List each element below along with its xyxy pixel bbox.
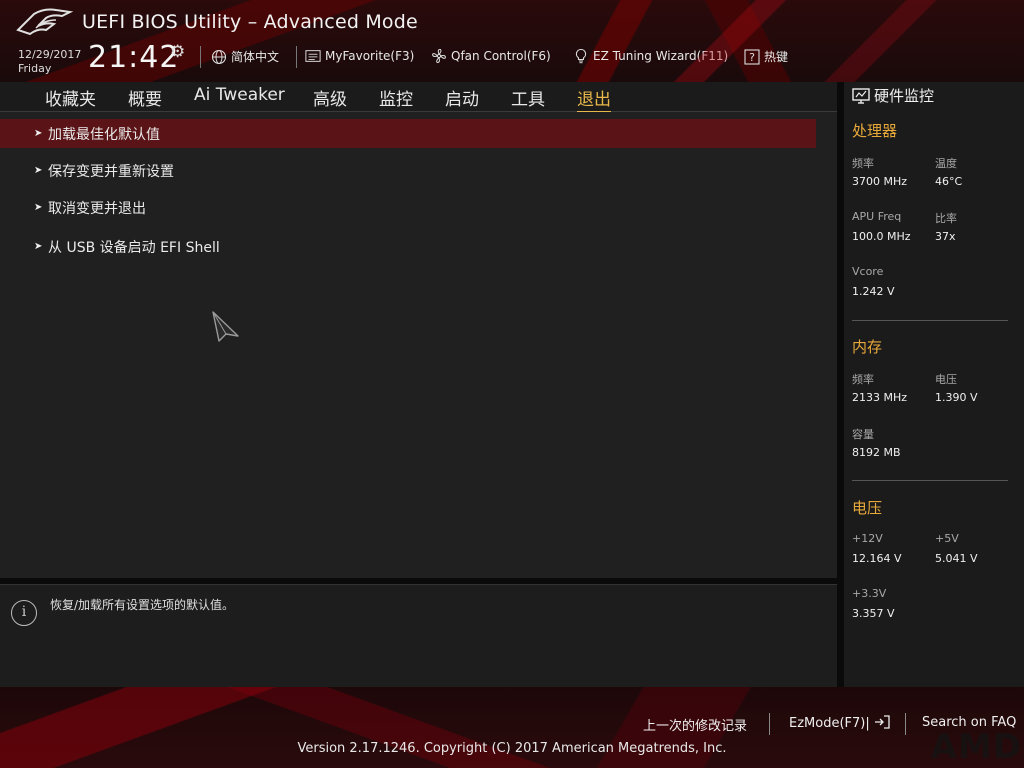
tab-tool[interactable]: 工具 [511, 85, 545, 110]
header-divider [296, 46, 297, 68]
day-text: Friday [18, 62, 52, 75]
ezmode-label: EzMode(F7)| [789, 716, 870, 731]
vcore-value: 1.242 V [852, 285, 895, 298]
menu-item-discard-changes-exit[interactable]: ➤ 取消变更并退出 [0, 193, 816, 222]
tab-favorites[interactable]: 收藏夹 [45, 85, 96, 110]
myfavorite-button[interactable]: MyFavorite(F3) [305, 48, 414, 64]
arrow-right-icon: ➤ [34, 241, 43, 252]
memory-freq-value: 2133 MHz [852, 391, 908, 404]
tab-monitor[interactable]: 监控 [379, 85, 413, 110]
arrow-right-icon: ➤ [34, 165, 43, 176]
tab-advanced[interactable]: 高级 [313, 85, 347, 110]
ez-tuning-wizard-button[interactable]: EZ Tuning Wizard(F11) [573, 48, 728, 64]
main-panel: ➤ 加载最佳化默认值 ➤ 保存变更并重新设置 ➤ 取消变更并退出 ➤ 从 USB… [0, 112, 837, 578]
clock-time: 21:42 [88, 40, 180, 75]
globe-icon [211, 49, 227, 64]
cpu-freq-value: 3700 MHz [852, 175, 908, 188]
clock-settings-gear-icon[interactable]: ⚙ [170, 42, 185, 62]
info-icon: i [11, 600, 37, 626]
myfavorite-label: MyFavorite(F3) [325, 49, 415, 63]
language-button[interactable]: 简体中文 [211, 48, 279, 65]
cpu-ratio-label: 比率 [935, 212, 957, 225]
section-divider [852, 480, 1008, 481]
apu-freq-value: 100.0 MHz [852, 230, 911, 243]
v12-value: 12.164 V [852, 552, 902, 565]
v5-value: 5.041 V [935, 552, 978, 565]
voltage-section-title: 电压 [852, 499, 883, 517]
arrow-right-icon: ➤ [34, 202, 43, 213]
v33-label: +3.3V [852, 587, 887, 600]
fan-icon [432, 48, 446, 63]
ez-tuning-label: EZ Tuning Wizard(F11) [593, 49, 729, 63]
main-tab-bar: 收藏夹 概要 Ai Tweaker 高级 监控 启动 工具 退出 [0, 82, 837, 113]
menu-item-load-optimized-defaults[interactable]: ➤ 加载最佳化默认值 [0, 119, 816, 148]
date-display: 12/29/2017 Friday [18, 48, 81, 76]
mouse-cursor-icon [212, 311, 239, 342]
apu-freq-label: APU Freq [852, 210, 902, 223]
memory-capacity-label: 容量 [852, 428, 874, 441]
hardware-monitor-panel: 硬件监控 处理器 频率 温度 3700 MHz 46°C APU Freq 比率… [844, 82, 1024, 687]
v33-value: 3.357 V [852, 607, 895, 620]
rog-logo-icon [16, 8, 74, 36]
favorite-list-icon [305, 50, 321, 62]
app-title: UEFI BIOS Utility – Advanced Mode [82, 11, 418, 33]
hardware-monitor-title: 硬件监控 [852, 85, 934, 106]
help-description: 恢复/加载所有设置选项的默认值。 [50, 598, 235, 612]
menu-item-label: 保存变更并重新设置 [48, 163, 174, 180]
menu-item-label: 取消变更并退出 [48, 200, 146, 217]
vcore-label: Vcore [852, 265, 884, 278]
footer-divider [905, 713, 906, 735]
menu-item-save-changes-reset[interactable]: ➤ 保存变更并重新设置 [0, 156, 816, 185]
cpu-ratio-value: 37x [935, 230, 956, 243]
footer-bar: 上一次的修改记录 EzMode(F7)| Search on FAQ AMD V… [0, 687, 1024, 768]
v5-label: +5V [935, 532, 959, 545]
date-text: 12/29/2017 [18, 48, 82, 61]
memory-voltage-label: 电压 [935, 373, 957, 386]
lightbulb-icon [575, 48, 587, 64]
menu-item-label: 从 USB 设备启动 EFI Shell [48, 239, 220, 256]
copyright-text: Version 2.17.1246. Copyright (C) 2017 Am… [297, 741, 727, 756]
help-question-icon: ? [744, 48, 760, 65]
memory-capacity-value: 8192 MB [852, 446, 901, 459]
last-modified-log-button[interactable]: 上一次的修改记录 [643, 715, 747, 734]
arrow-right-icon: ➤ [34, 128, 43, 139]
tab-boot[interactable]: 启动 [445, 85, 479, 110]
memory-voltage-value: 1.390 V [935, 391, 978, 404]
menu-item-launch-efi-shell-usb[interactable]: ➤ 从 USB 设备启动 EFI Shell [0, 232, 816, 261]
cpu-temp-label: 温度 [935, 157, 957, 170]
monitor-screen-icon [852, 87, 870, 104]
qfan-label: Qfan Control(F6) [451, 49, 551, 63]
exit-arrow-icon [874, 715, 890, 729]
menu-item-label: 加载最佳化默认值 [48, 126, 160, 143]
header-divider [200, 46, 201, 68]
tab-main[interactable]: 概要 [128, 85, 162, 110]
section-divider [852, 320, 1008, 321]
hotkeys-label: 热键 [764, 50, 789, 64]
tab-ai-tweaker[interactable]: Ai Tweaker [194, 85, 285, 105]
hotkeys-button[interactable]: ? 热键 [744, 48, 788, 65]
footer-divider [769, 713, 770, 735]
ezmode-button[interactable]: EzMode(F7)| [789, 715, 890, 731]
hardware-monitor-label: 硬件监控 [874, 87, 935, 105]
tab-exit[interactable]: 退出 [577, 85, 611, 113]
qfan-control-button[interactable]: Qfan Control(F6) [431, 48, 551, 64]
svg-text:?: ? [749, 51, 755, 64]
help-info-panel: i 恢复/加载所有设置选项的默认值。 [0, 584, 837, 687]
cpu-section-title: 处理器 [852, 122, 898, 140]
memory-section-title: 内存 [852, 338, 883, 356]
cpu-freq-label: 频率 [852, 157, 874, 170]
v12-label: +12V [852, 532, 883, 545]
header-bar: UEFI BIOS Utility – Advanced Mode 12/29/… [0, 0, 1024, 82]
language-label: 简体中文 [231, 50, 280, 64]
memory-freq-label: 频率 [852, 373, 874, 386]
cpu-temp-value: 46°C [935, 175, 963, 188]
